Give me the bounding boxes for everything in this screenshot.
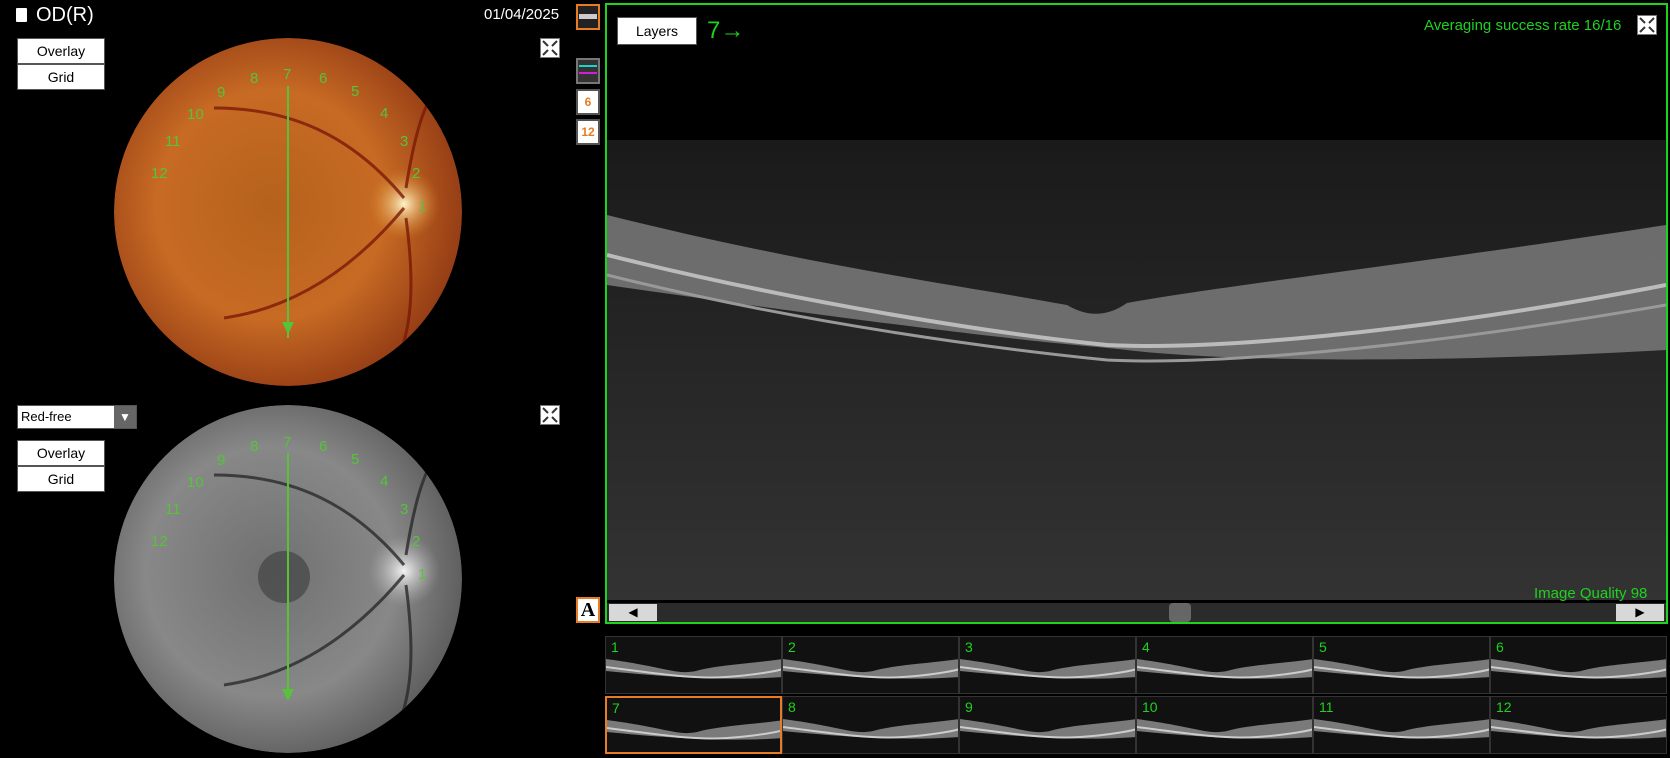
- scan-6-tool[interactable]: 6: [576, 89, 600, 115]
- annotate-tool[interactable]: A: [576, 597, 600, 623]
- expand-icon-top[interactable]: [540, 38, 560, 58]
- layers-button[interactable]: Layers: [617, 17, 697, 45]
- scan-12-tool[interactable]: 12: [576, 119, 600, 145]
- oct-thumbnail-label: 11: [1319, 699, 1334, 715]
- grid-label-12: 12: [151, 165, 168, 182]
- oct-thumbnail-7[interactable]: 7: [605, 696, 782, 754]
- scroll-left-button[interactable]: ◀: [609, 604, 657, 621]
- oct-thumbnail-label: 8: [788, 699, 796, 715]
- grid-label-10-b: 10: [187, 474, 204, 491]
- grid-label-3: 3: [400, 133, 409, 150]
- grid-label-2: 2: [412, 165, 421, 182]
- grid-button-top[interactable]: Grid: [17, 64, 105, 90]
- grid-label-7: 7: [283, 66, 292, 83]
- grid-label-6-b: 6: [319, 438, 328, 455]
- oct-thumbnail-9[interactable]: 9: [959, 696, 1136, 754]
- image-quality: Image Quality 98: [1534, 585, 1648, 602]
- document-icon: [16, 8, 27, 22]
- grid-label-11-b: 11: [165, 501, 181, 518]
- oct-thumbnail-label: 2: [788, 639, 796, 655]
- grid-label-4-b: 4: [380, 473, 389, 490]
- oct-thumbnail-11[interactable]: 11: [1313, 696, 1490, 754]
- grid-label-4: 4: [380, 105, 389, 122]
- grid-label-10: 10: [187, 106, 204, 123]
- oct-thumbnail-label: 1: [611, 639, 619, 655]
- oct-thumbnail-10[interactable]: 10: [1136, 696, 1313, 754]
- averaging-rate: Averaging success rate 16/16: [1424, 17, 1622, 34]
- grid-label-5: 5: [351, 83, 360, 100]
- overlay-button-bottom[interactable]: Overlay: [17, 440, 105, 466]
- oct-thumbnail-6[interactable]: 6: [1490, 636, 1667, 694]
- oct-thumbnail-label: 12: [1496, 699, 1512, 715]
- oct-viewer[interactable]: Layers 7→ Averaging success rate 16/16 I…: [605, 3, 1668, 624]
- grid-label-11: 11: [165, 133, 181, 150]
- filter-select-value: Red-free: [21, 409, 72, 424]
- grid-label-7-b: 7: [283, 434, 292, 451]
- oct-thumbnail-label: 4: [1142, 639, 1150, 655]
- oct-thumbnail-label: 6: [1496, 639, 1504, 655]
- fundus-redfree-image[interactable]: [114, 405, 462, 753]
- exam-date: 01/04/2025: [484, 6, 560, 23]
- grid-label-5-b: 5: [351, 451, 360, 468]
- grid-label-12-b: 12: [151, 533, 168, 550]
- oct-thumbnail-4[interactable]: 4: [1136, 636, 1313, 694]
- oct-thumbnail-label: 7: [612, 700, 620, 716]
- expand-icon-bottom[interactable]: [540, 405, 560, 425]
- grid-label-8-b: 8: [250, 438, 259, 455]
- grid-label-3-b: 3: [400, 501, 409, 518]
- oct-thumbnail-12[interactable]: 12: [1490, 696, 1667, 754]
- eye-label: OD(R): [36, 4, 94, 26]
- scroll-right-button[interactable]: ▶: [1616, 604, 1664, 621]
- oct-thumbnail-label: 10: [1142, 699, 1158, 715]
- fundus-color-image[interactable]: [114, 38, 462, 386]
- grid-label-1-b: 1: [418, 566, 427, 583]
- oct-thumbnail-8[interactable]: 8: [782, 696, 959, 754]
- oct-thumbnail-2[interactable]: 2: [782, 636, 959, 694]
- grid-button-bottom[interactable]: Grid: [17, 466, 105, 492]
- overlay-button-top[interactable]: Overlay: [17, 38, 105, 64]
- grid-label-9-b: 9: [217, 452, 226, 469]
- oct-thumbnail-5[interactable]: 5: [1313, 636, 1490, 694]
- grid-label-1: 1: [418, 198, 427, 215]
- filter-select[interactable]: Red-free ▼: [17, 405, 137, 429]
- scroll-thumb[interactable]: [1169, 603, 1191, 622]
- grid-label-2-b: 2: [412, 533, 421, 550]
- oct-thumbnail-label: 5: [1319, 639, 1327, 655]
- oct-thumbnail-label: 9: [965, 699, 973, 715]
- layers-tool[interactable]: [576, 58, 600, 84]
- grid-label-8: 8: [250, 70, 259, 87]
- expand-icon-oct[interactable]: [1637, 15, 1657, 35]
- chevron-down-icon[interactable]: ▼: [114, 406, 136, 428]
- oct-thumbnail-1[interactable]: 1: [605, 636, 782, 694]
- grid-label-9: 9: [217, 84, 226, 101]
- grid-label-6: 6: [319, 70, 328, 87]
- oct-thumbnail-3[interactable]: 3: [959, 636, 1136, 694]
- oct-thumbnail-label: 3: [965, 639, 973, 655]
- scan-indicator: 7→: [707, 17, 745, 44]
- oct-view-tool[interactable]: [576, 4, 600, 30]
